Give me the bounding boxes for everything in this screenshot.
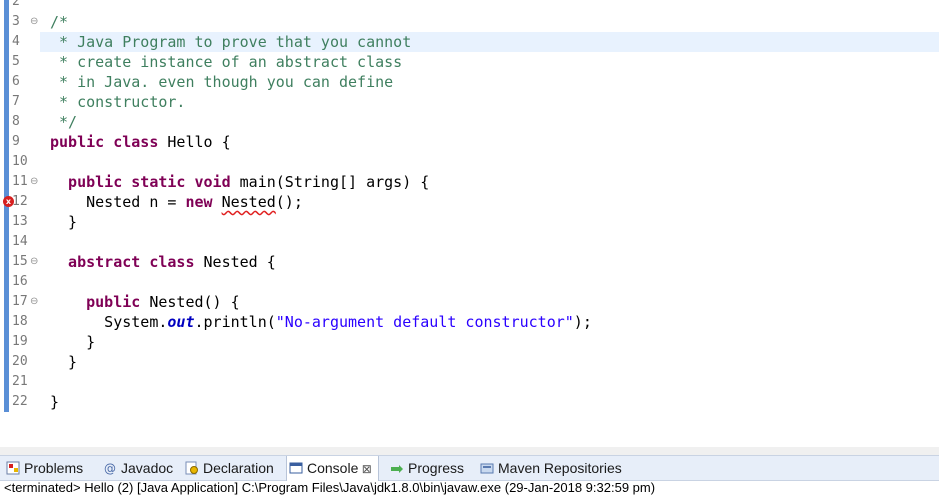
- code-token: ();: [275, 193, 303, 211]
- line-number: 11: [12, 174, 28, 189]
- panel-divider[interactable]: [0, 447, 939, 455]
- code-token: args: [366, 173, 403, 191]
- code-token: public class: [50, 133, 159, 151]
- tab-javadoc[interactable]: @ Javadoc: [103, 456, 173, 480]
- code-line[interactable]: * create instance of an abstract class: [50, 52, 402, 72]
- code-line[interactable]: public Nested() {: [50, 292, 240, 312]
- tab-label: Maven Repositories: [498, 460, 622, 476]
- progress-icon: [390, 458, 404, 473]
- code-token: Nested() {: [140, 293, 240, 311]
- code-token: /*: [50, 13, 69, 31]
- code-token: * Java Program to prove that you cannot: [50, 33, 412, 51]
- line-number: 3: [12, 14, 20, 29]
- tab-declaration[interactable]: Declaration: [185, 456, 274, 480]
- code-line[interactable]: public static void main(String[] args) {: [50, 172, 429, 192]
- tab-label: Console: [307, 460, 359, 476]
- code-token: Nested {: [194, 253, 276, 271]
- code-token: Hello {: [158, 133, 231, 151]
- code-line[interactable]: }: [50, 352, 77, 372]
- code-line[interactable]: }: [50, 212, 77, 232]
- tab-label: Progress: [408, 460, 465, 476]
- line-number: 7: [12, 94, 20, 109]
- code-token: "No-argument default constructor": [275, 313, 574, 331]
- line-number: 2: [12, 0, 20, 9]
- line-number: 5: [12, 54, 20, 69]
- code-token: }: [50, 353, 78, 371]
- line-number: 12: [12, 194, 28, 209]
- code-token: */: [50, 113, 78, 131]
- code-token: out: [167, 313, 195, 331]
- line-number: 6: [12, 74, 20, 89]
- code-token: * create instance of an abstract class: [50, 53, 403, 71]
- line-number: 20: [12, 354, 28, 369]
- code-token: new: [185, 193, 213, 211]
- code-token: main(String[]: [230, 173, 367, 191]
- tab-label: Javadoc: [121, 460, 174, 476]
- code-line[interactable]: System.out.println("No-argument default …: [50, 312, 592, 332]
- code-token: Nested n =: [50, 193, 186, 211]
- tab-console[interactable]: Console ⊠: [286, 456, 379, 481]
- console-icon: [289, 458, 303, 474]
- code-token: * constructor.: [50, 93, 186, 111]
- line-number: 10: [12, 154, 28, 169]
- line-number: 15: [12, 254, 28, 269]
- code-line[interactable]: * in Java. even though you can define: [50, 72, 393, 92]
- line-number: 21: [12, 374, 28, 389]
- line-number-ruler: 2 3 4 5 6 7 8 9 10 11 12 x 13 14 15 16 17 18 19 20 21 22: [0, 0, 28, 420]
- at-icon: @: [103, 458, 117, 476]
- bottom-panel-tabbar: Problems @ Javadoc Declaration Console ⊠ Prog…: [0, 455, 939, 481]
- code-line[interactable]: abstract class Nested {: [50, 252, 276, 272]
- error-underlined-token: Nested: [221, 193, 276, 211]
- svg-text:@: @: [104, 462, 116, 476]
- line-number: 13: [12, 214, 28, 229]
- code-token: public: [50, 293, 141, 311]
- close-icon[interactable]: ⊠: [358, 462, 372, 476]
- tab-progress[interactable]: Progress: [390, 456, 464, 480]
- code-token: * in Java. even though you can define: [50, 73, 394, 91]
- line-number: 14: [12, 234, 28, 249]
- tab-problems[interactable]: Problems: [6, 456, 83, 480]
- code-line[interactable]: Nested n = new Nested();: [50, 192, 303, 212]
- problems-icon: [6, 458, 20, 475]
- code-token: System.: [50, 313, 168, 331]
- line-number: 22: [12, 394, 28, 409]
- tab-maven[interactable]: Maven Repositories: [480, 456, 622, 480]
- line-number: 19: [12, 334, 28, 349]
- line-number: 9: [12, 134, 20, 149]
- error-marker-icon[interactable]: x: [3, 196, 14, 207]
- declaration-icon: [185, 458, 199, 475]
- code-editor[interactable]: 2 3 4 5 6 7 8 9 10 11 12 x 13 14 15 16 17 18 19 20 21 22 ⊖/* …: [0, 0, 939, 420]
- fold-toggle-icon[interactable]: ⊖: [30, 292, 42, 312]
- code-line[interactable]: /*: [50, 12, 68, 32]
- line-number: 17: [12, 294, 28, 309]
- code-line[interactable]: */: [50, 112, 77, 132]
- code-token: ) {: [402, 173, 430, 191]
- code-token: }: [50, 393, 60, 411]
- line-number: 18: [12, 314, 28, 329]
- code-token: );: [573, 313, 592, 331]
- code-line[interactable]: public class Hello {: [50, 132, 231, 152]
- fold-toggle-icon[interactable]: ⊖: [30, 12, 42, 32]
- code-line[interactable]: * constructor.: [50, 92, 185, 112]
- code-token: }: [50, 213, 78, 231]
- tab-label: Problems: [24, 460, 84, 476]
- code-token: }: [50, 333, 96, 351]
- line-number: 8: [12, 114, 20, 129]
- fold-toggle-icon[interactable]: ⊖: [30, 252, 42, 272]
- code-token: .println(: [194, 313, 276, 331]
- line-number: 4: [12, 34, 20, 49]
- maven-repo-icon: [480, 458, 494, 474]
- code-line[interactable]: }: [50, 392, 59, 412]
- fold-toggle-icon[interactable]: ⊖: [30, 172, 42, 192]
- code-token: public static void: [50, 173, 231, 191]
- tab-label: Declaration: [203, 460, 274, 476]
- line-number: 16: [12, 274, 28, 289]
- code-token: abstract class: [50, 253, 195, 271]
- code-line[interactable]: }: [50, 332, 95, 352]
- code-line[interactable]: * Java Program to prove that you cannot: [50, 32, 411, 52]
